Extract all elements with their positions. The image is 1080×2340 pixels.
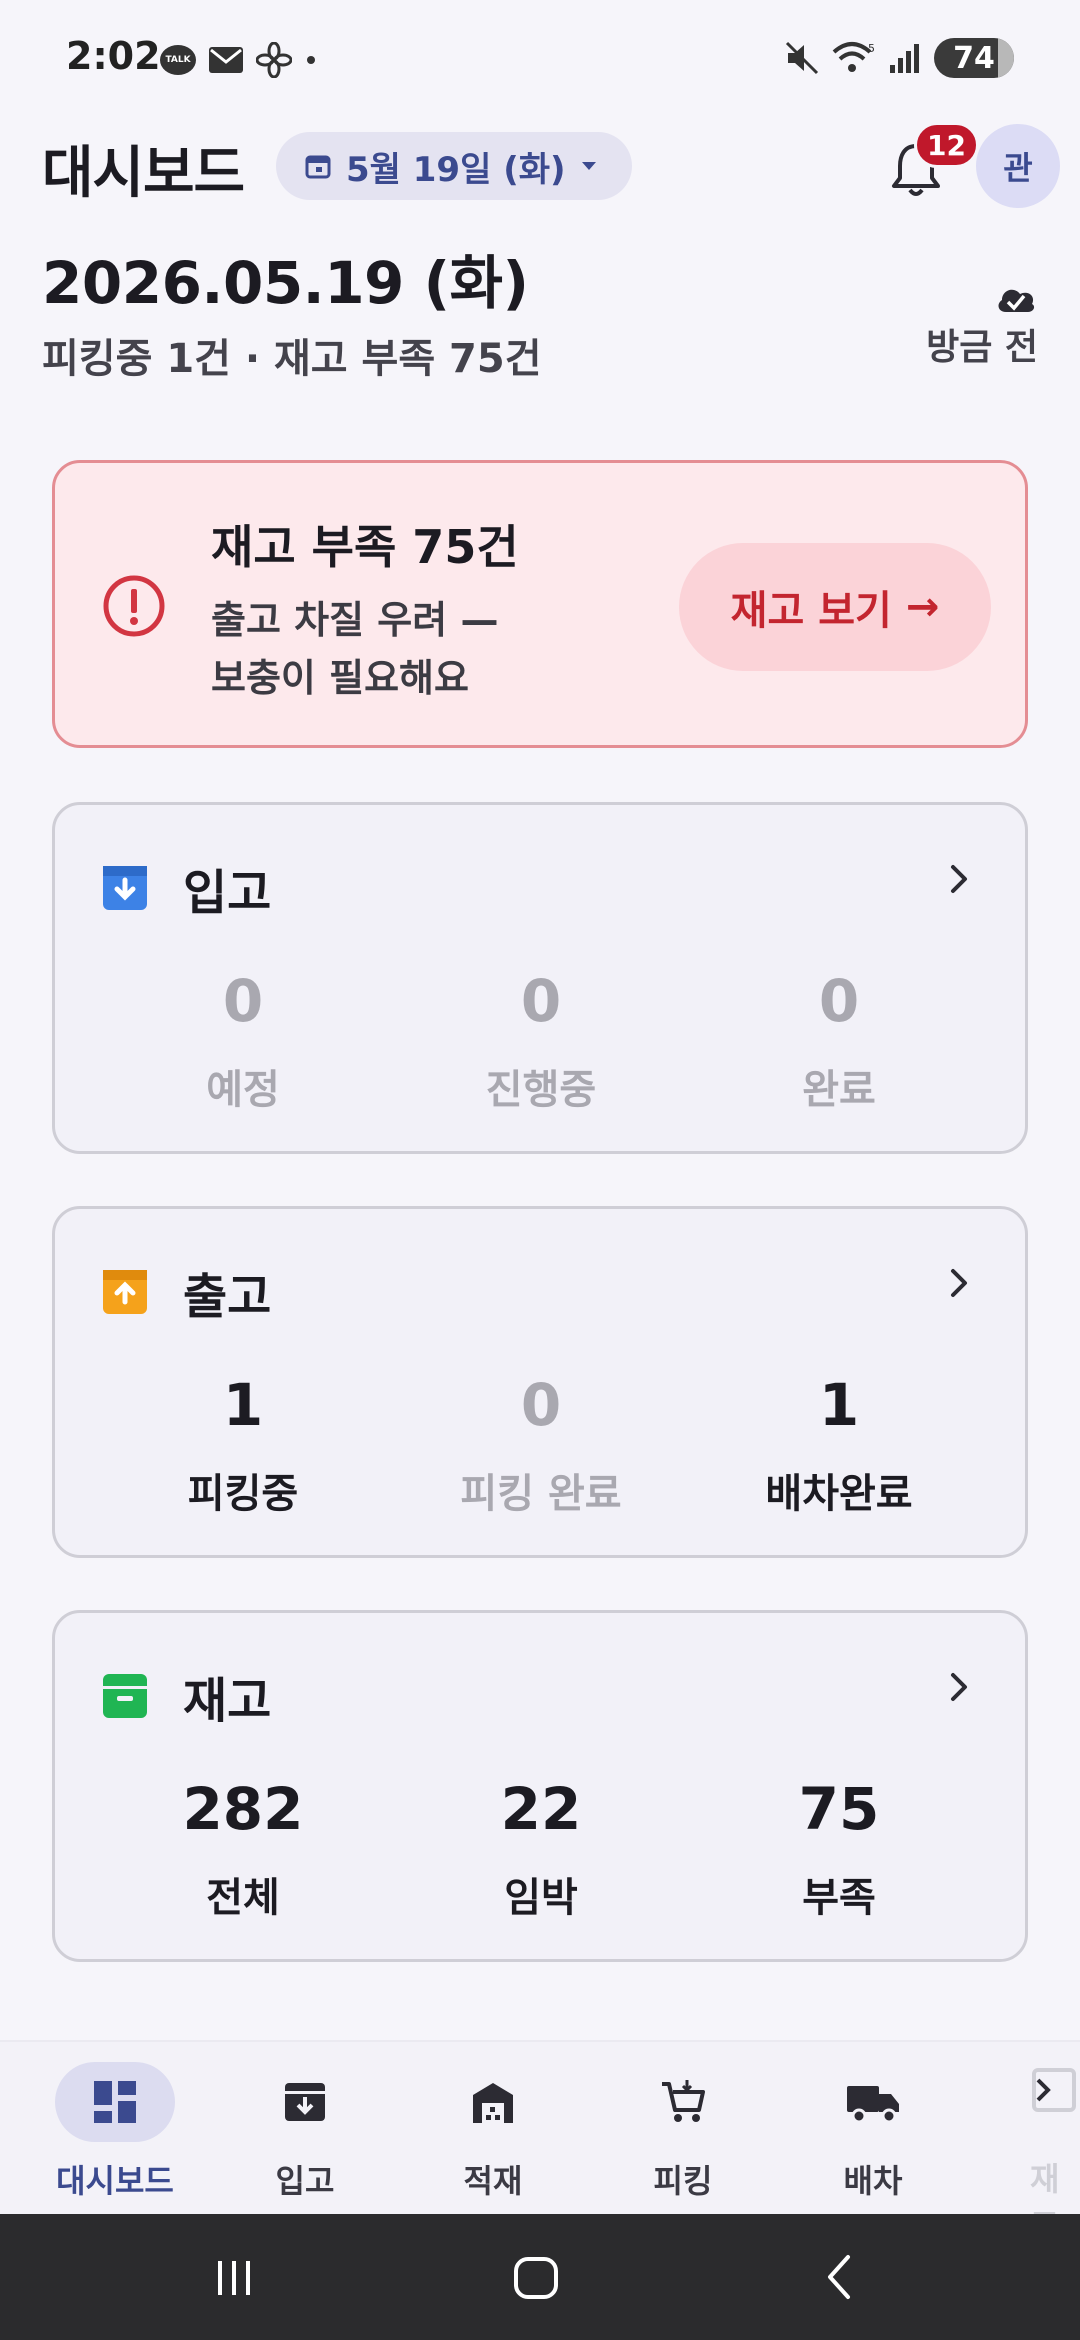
sync-status[interactable]: 방금 전 <box>926 282 1038 370</box>
warehouse-icon <box>473 2083 513 2123</box>
status-left-icons: TALK <box>160 40 318 80</box>
overview-date: 2026.05.19 (화) <box>42 249 529 317</box>
kakaotalk-icon: TALK <box>160 45 196 75</box>
dot-icon <box>307 56 315 64</box>
inbound-card[interactable]: 입고 0 예정 0 진행중 0 완료 <box>52 802 1028 1154</box>
inventory-title: 재고 <box>183 1673 272 1729</box>
nav-dashboard[interactable]: 대시보드 <box>20 2062 210 2212</box>
mail-icon <box>209 47 243 73</box>
cloud-done-icon <box>998 289 1035 312</box>
outbound-stat-picking[interactable]: 1 피킹중 <box>93 1371 393 1519</box>
inbound-icon <box>103 866 147 910</box>
inventory-stat-total[interactable]: 282 전체 <box>93 1775 393 1923</box>
fan-icon <box>256 42 292 78</box>
alert-title: 재고 부족 75건 <box>211 520 519 574</box>
outbound-stat-picked[interactable]: 0 피킹 완료 <box>391 1371 691 1519</box>
nav-inbound[interactable]: 입고 <box>210 2062 400 2212</box>
battery-indicator: 74 <box>934 38 1014 78</box>
dashboard-icon <box>94 2081 136 2123</box>
dropdown-arrow-icon <box>581 162 596 170</box>
cart-icon <box>662 2080 705 2122</box>
inbound-title: 입고 <box>183 865 272 921</box>
svg-text:5: 5 <box>868 42 875 55</box>
view-inventory-button[interactable]: 재고 보기 → <box>679 543 991 671</box>
home-icon <box>514 2257 558 2299</box>
back-icon <box>828 2255 850 2299</box>
inventory-stat-shortage[interactable]: 75 부족 <box>689 1775 989 1923</box>
outbound-stat-dispatched[interactable]: 1 배차완료 <box>689 1371 989 1519</box>
nav-storage[interactable]: 적재 <box>398 2062 588 2212</box>
system-navigation-bar <box>0 2214 1080 2340</box>
low-stock-alert: 재고 부족 75건 출고 차질 우려 — 보충이 필요해요 재고 보기 → <box>52 460 1028 748</box>
chevron-right-icon[interactable] <box>941 859 977 899</box>
inbound-stat-done[interactable]: 0 완료 <box>689 967 989 1115</box>
overview-summary: 피킹중 1건 · 재고 부족 75건 <box>42 336 542 382</box>
inventory-icon <box>1032 2068 1076 2112</box>
home-button[interactable] <box>496 2244 576 2310</box>
calendar-icon <box>305 155 331 179</box>
arrow-right-icon: → <box>905 584 940 630</box>
nav-inventory[interactable]: 재고 <box>1018 2040 1080 2214</box>
status-right-icons: 5 74 <box>784 36 1014 80</box>
inbound-stat-scheduled[interactable]: 0 예정 <box>93 967 393 1115</box>
avatar[interactable]: 관 <box>976 124 1060 208</box>
outbound-card[interactable]: 출고 1 피킹중 0 피킹 완료 1 배차완료 <box>52 1206 1028 1558</box>
sync-label: 방금 전 <box>926 327 1038 368</box>
back-button[interactable] <box>800 2244 880 2310</box>
mute-icon <box>785 41 819 75</box>
bottom-navigation: 대시보드 입고 적재 피킹 배차 <box>0 2040 1080 2214</box>
inventory-icon <box>103 1674 147 1718</box>
status-bar: 2:02 TALK 5 74 <box>0 0 1080 120</box>
view-inventory-label: 재고 보기 <box>730 588 892 634</box>
inbound-icon <box>285 2083 325 2121</box>
wifi-icon: 5 <box>832 42 875 72</box>
inbound-stat-in-progress[interactable]: 0 진행중 <box>391 967 691 1115</box>
inventory-card[interactable]: 재고 282 전체 22 임박 75 부족 <box>52 1610 1028 1962</box>
recents-button[interactable] <box>194 2244 274 2310</box>
notification-badge: 12 <box>914 122 979 168</box>
date-picker-chip[interactable]: 5월 19일 (화) <box>276 132 632 200</box>
outbound-title: 출고 <box>183 1269 272 1325</box>
signal-icon <box>890 44 919 73</box>
nav-picking[interactable]: 피킹 <box>588 2062 778 2212</box>
recents-icon <box>218 2261 250 2295</box>
chevron-right-icon[interactable] <box>941 1667 977 1707</box>
outbound-icon <box>103 1270 147 1314</box>
date-chip-label: 5월 19일 (화) <box>346 149 566 190</box>
truck-icon <box>847 2086 899 2124</box>
chevron-right-icon[interactable] <box>941 1263 977 1303</box>
page-title: 대시보드 <box>42 141 245 206</box>
nav-dispatch[interactable]: 배차 <box>778 2062 968 2212</box>
alert-description: 출고 차질 우려 — 보충이 필요해요 <box>211 598 499 700</box>
inventory-stat-expiring[interactable]: 22 임박 <box>391 1775 691 1923</box>
status-time: 2:02 <box>66 34 161 78</box>
error-icon <box>103 575 165 637</box>
